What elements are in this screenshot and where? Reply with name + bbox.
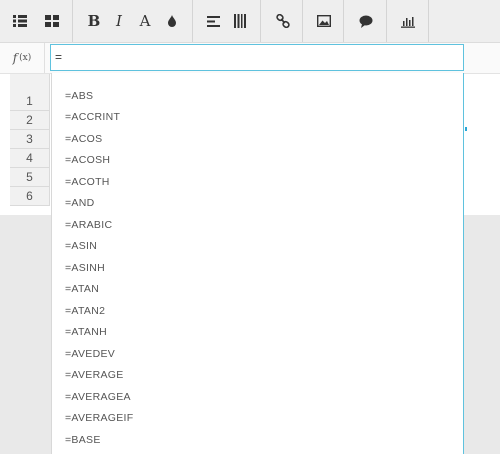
suggestion-item[interactable]: =ATAN	[65, 279, 445, 299]
fx-paren: (x)	[19, 53, 32, 63]
suggestion-item[interactable]: =ASIN	[65, 236, 445, 256]
list-icon[interactable]	[8, 0, 32, 42]
align-left-icon[interactable]	[203, 0, 223, 42]
row-header-4[interactable]: 4	[10, 149, 50, 168]
suggestion-item[interactable]: =ACOSH	[65, 150, 445, 170]
toolbar-separator	[386, 0, 387, 42]
bold-button[interactable]: B	[84, 0, 104, 42]
toolbar: B I A	[0, 0, 500, 43]
suggestion-item[interactable]: =AND	[65, 193, 445, 213]
suggestion-item[interactable]: =BASE	[65, 430, 445, 450]
suggestion-item[interactable]: =AVERAGE	[65, 365, 445, 385]
suggestion-item[interactable]: =ACOS	[65, 129, 445, 149]
font-button[interactable]: A	[135, 0, 155, 42]
row-header-5[interactable]: 5	[10, 168, 50, 187]
suggestion-item[interactable]: =AVEDEV	[65, 344, 445, 364]
suggestion-item[interactable]: =ATANH	[65, 322, 445, 342]
toolbar-separator	[72, 0, 73, 42]
fx-icon: f (x)	[0, 43, 45, 73]
columns-icon[interactable]	[230, 0, 250, 42]
italic-button[interactable]: I	[109, 0, 129, 42]
row-header-3[interactable]: 3	[10, 130, 50, 149]
suggestion-item[interactable]: =AVERAGEIF	[65, 408, 445, 428]
image-icon[interactable]	[313, 0, 335, 42]
row-header-2[interactable]: 2	[10, 111, 50, 130]
suggestion-item[interactable]: =ACOTH	[65, 172, 445, 192]
formula-bar: f (x) =	[0, 43, 500, 74]
suggestion-item[interactable]: =ASINH	[65, 258, 445, 278]
toolbar-separator	[343, 0, 344, 42]
suggestion-item[interactable]: =ARABIC	[65, 215, 445, 235]
row-header-6[interactable]: 6	[10, 187, 50, 206]
toolbar-separator	[302, 0, 303, 42]
fill-color-icon[interactable]	[162, 0, 182, 42]
suggestion-item[interactable]: =ATAN2	[65, 301, 445, 321]
selection-marker	[465, 127, 467, 131]
fx-label: f	[12, 51, 18, 65]
toolbar-separator	[192, 0, 193, 42]
suggestion-item[interactable]: =AVERAGEA	[65, 387, 445, 407]
chart-icon[interactable]	[397, 0, 419, 42]
suggestion-item[interactable]: =ACCRINT	[65, 107, 445, 127]
grid-icon[interactable]	[40, 0, 64, 42]
toolbar-separator	[428, 0, 429, 42]
toolbar-separator	[260, 0, 261, 42]
formula-input[interactable]: =	[50, 44, 464, 71]
link-icon[interactable]	[272, 0, 294, 42]
corner-cell[interactable]	[10, 74, 50, 94]
comment-icon[interactable]	[355, 0, 377, 42]
suggestion-item[interactable]: =ABS	[65, 86, 445, 106]
function-suggestions: =ABS =ACCRINT =ACOS =ACOSH =ACOTH =AND =…	[51, 73, 464, 454]
row-header-1[interactable]: 1	[10, 92, 50, 111]
